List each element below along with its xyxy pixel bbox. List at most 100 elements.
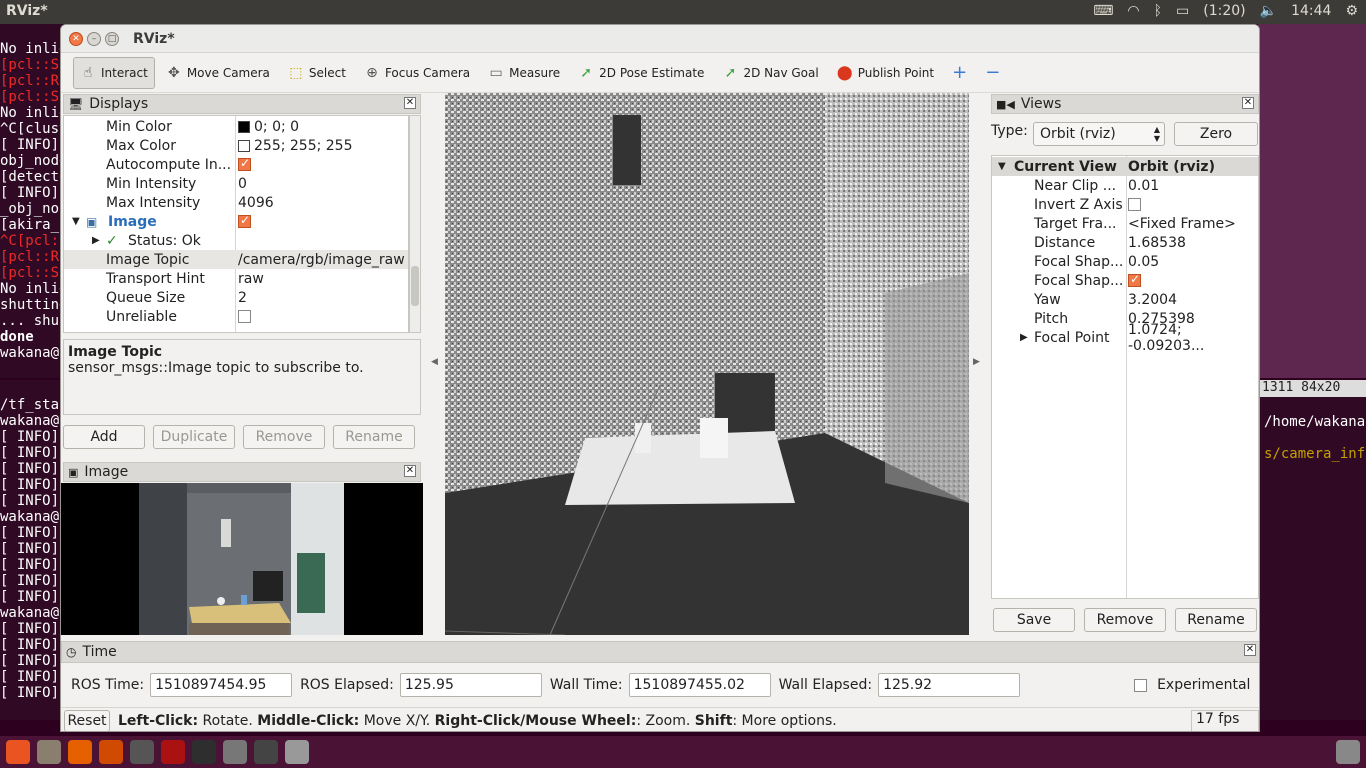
screenshot-icon[interactable] <box>161 740 185 764</box>
property-checkbox[interactable] <box>1128 272 1141 287</box>
add-display-button[interactable]: Add <box>63 425 145 449</box>
property-value[interactable]: <Fixed Frame> <box>1128 216 1236 232</box>
close-window-button[interactable]: ✕ <box>69 32 83 46</box>
close-panel-icon[interactable]: ✕ <box>1242 97 1254 109</box>
remove-view-button[interactable]: Remove <box>1084 608 1166 632</box>
property-checkbox[interactable] <box>1128 198 1141 211</box>
expand-arrow-icon[interactable]: ▼ <box>72 216 80 227</box>
property-value[interactable]: 0; 0; 0 <box>238 119 299 135</box>
views-panel-header[interactable]: ■◀ Views ✕ <box>991 94 1259 114</box>
tool-2d-pose-estimate-button[interactable]: ➚ 2D Pose Estimate <box>571 57 711 89</box>
window-titlebar[interactable]: ✕ – □ RViz* <box>61 25 1259 53</box>
display-property-row[interactable]: Autocompute In... <box>64 155 408 174</box>
property-value[interactable]: 255; 255; 255 <box>238 138 353 154</box>
left-splitter-arrow-icon[interactable]: ◀ <box>431 357 438 367</box>
duplicate-display-button[interactable]: Duplicate <box>153 425 235 449</box>
view-property-row[interactable]: Target Fra... <Fixed Frame> <box>992 214 1258 233</box>
minimize-window-button[interactable]: – <box>87 32 101 46</box>
view-type-select[interactable]: Orbit (rviz) ▲ ▼ <box>1033 122 1165 146</box>
property-checkbox[interactable] <box>238 310 251 323</box>
keyboard-icon[interactable]: ⌨ <box>1093 3 1113 19</box>
property-value[interactable]: raw <box>238 271 264 287</box>
dash-icon[interactable] <box>6 740 30 764</box>
expand-arrow-icon[interactable]: ▶ <box>1020 332 1028 343</box>
files-icon[interactable] <box>37 740 61 764</box>
bluetooth-icon[interactable]: ᛒ <box>1154 3 1162 19</box>
image-panel-header[interactable]: ▣ Image ✕ <box>63 462 421 482</box>
ros-time-field[interactable]: 1510897454.95 <box>150 673 293 697</box>
property-value[interactable]: 3.2004 <box>1128 292 1177 308</box>
property-value[interactable] <box>238 156 251 171</box>
views-tree[interactable]: ▼ Current View Orbit (rviz) Near Clip ... 0.… <box>991 155 1259 599</box>
display-property-row[interactable]: Queue Size 2 <box>64 288 408 307</box>
firefox-icon[interactable] <box>68 740 92 764</box>
zero-button[interactable]: Zero <box>1174 122 1258 146</box>
battery-time[interactable]: (1:20) <box>1203 3 1245 19</box>
property-value[interactable]: 0 <box>238 176 247 192</box>
camera-image-view[interactable] <box>61 483 423 635</box>
window-icon[interactable] <box>254 740 278 764</box>
tool-interact-button[interactable]: ☝ Interact <box>73 56 155 89</box>
view-property-row[interactable]: Distance 1.68538 <box>992 233 1258 252</box>
tool-2d-nav-goal-button[interactable]: ➚ 2D Nav Goal <box>715 57 825 89</box>
maximize-window-button[interactable]: □ <box>105 32 119 46</box>
property-value[interactable]: 1.68538 <box>1128 235 1186 251</box>
terminal-2[interactable]: /tf_sta wakana@[ INFO][ INFO][ INFO][ INF… <box>0 380 62 720</box>
tool-focus-camera-button[interactable]: ⊕ Focus Camera <box>357 57 477 89</box>
property-value[interactable]: 4096 <box>238 195 274 211</box>
drive-icon[interactable] <box>285 740 309 764</box>
volume-icon[interactable]: 🔈 <box>1260 3 1277 19</box>
close-panel-icon[interactable]: ✕ <box>404 465 416 477</box>
view-property-row[interactable]: Near Clip ... 0.01 <box>992 176 1258 195</box>
rename-display-button[interactable]: Rename <box>333 425 415 449</box>
display-property-row[interactable]: Unreliable <box>64 307 408 326</box>
remove-tool-minus-icon[interactable]: − <box>978 57 1007 89</box>
render-viewport[interactable] <box>445 93 969 635</box>
terminal-1[interactable]: No inlie [pcl::S [pcl::R [pcl::S No inlie ^C[… <box>0 24 62 378</box>
battery-icon[interactable]: ▭ <box>1176 3 1189 19</box>
wall-time-field[interactable]: 1510897455.02 <box>628 673 771 697</box>
expand-arrow-icon[interactable]: ▶ <box>92 235 100 246</box>
expand-arrow-icon[interactable]: ▼ <box>998 161 1006 172</box>
terminal-icon[interactable] <box>192 740 216 764</box>
display-property-row[interactable]: Image Topic/camera/rgb/image_raw <box>64 250 408 269</box>
view-property-row[interactable]: ▶ Focal Point 1.0724; -0.09203... <box>992 322 1258 354</box>
close-panel-icon[interactable]: ✕ <box>1244 644 1256 656</box>
current-view-row[interactable]: ▼ Current View Orbit (rviz) <box>992 157 1258 176</box>
wall-elapsed-field[interactable]: 125.92 <box>878 673 1021 697</box>
displays-tree[interactable]: Min Color 0; 0; 0 Max Color 255; 255; 255 Au… <box>63 115 409 333</box>
property-value[interactable] <box>238 213 251 228</box>
gear-icon[interactable]: ⚙ <box>1345 3 1358 19</box>
ros-elapsed-field[interactable]: 125.95 <box>399 673 542 697</box>
color-swatch[interactable] <box>238 139 250 152</box>
property-value[interactable] <box>1128 198 1141 211</box>
displays-panel-header[interactable]: 🖥 Displays ✕ <box>63 94 421 114</box>
settings-icon[interactable] <box>99 740 123 764</box>
property-value[interactable]: /camera/rgb/image_raw <box>238 252 405 268</box>
rviz-icon[interactable] <box>223 740 247 764</box>
view-property-row[interactable]: Focal Shap... 0.05 <box>992 252 1258 271</box>
trash-icon[interactable] <box>1336 740 1360 764</box>
terminal-3[interactable]: 1311 84x20 /home/wakana s/camera_inf <box>1258 380 1366 720</box>
app-icon[interactable] <box>130 740 154 764</box>
close-panel-icon[interactable]: ✕ <box>404 97 416 109</box>
tool-publish-point-button[interactable]: ⬤ Publish Point <box>830 57 941 89</box>
display-property-row[interactable]: Transport Hint raw <box>64 269 408 288</box>
rename-view-button[interactable]: Rename <box>1175 608 1257 632</box>
experimental-checkbox[interactable] <box>1134 678 1148 692</box>
right-splitter-arrow-icon[interactable]: ▶ <box>973 357 980 367</box>
tool-measure-button[interactable]: ▭ Measure <box>481 57 567 89</box>
property-value[interactable] <box>1128 272 1141 287</box>
reset-button[interactable]: Reset <box>64 709 110 731</box>
add-tool-plus-icon[interactable]: + <box>945 57 974 89</box>
save-view-button[interactable]: Save <box>993 608 1075 632</box>
view-property-row[interactable]: Yaw 3.2004 <box>992 290 1258 309</box>
tool-move-camera-button[interactable]: ✥ Move Camera <box>159 57 277 89</box>
time-panel-header[interactable]: ◷ Time ✕ <box>61 641 1259 663</box>
display-property-row[interactable]: Min Color 0; 0; 0 <box>64 117 408 136</box>
view-property-row[interactable]: Focal Shap... <box>992 271 1258 290</box>
view-property-row[interactable]: Invert Z Axis <box>992 195 1258 214</box>
display-property-row[interactable]: Max Color 255; 255; 255 <box>64 136 408 155</box>
property-value[interactable]: 2 <box>238 290 247 306</box>
property-checkbox[interactable] <box>238 213 251 228</box>
